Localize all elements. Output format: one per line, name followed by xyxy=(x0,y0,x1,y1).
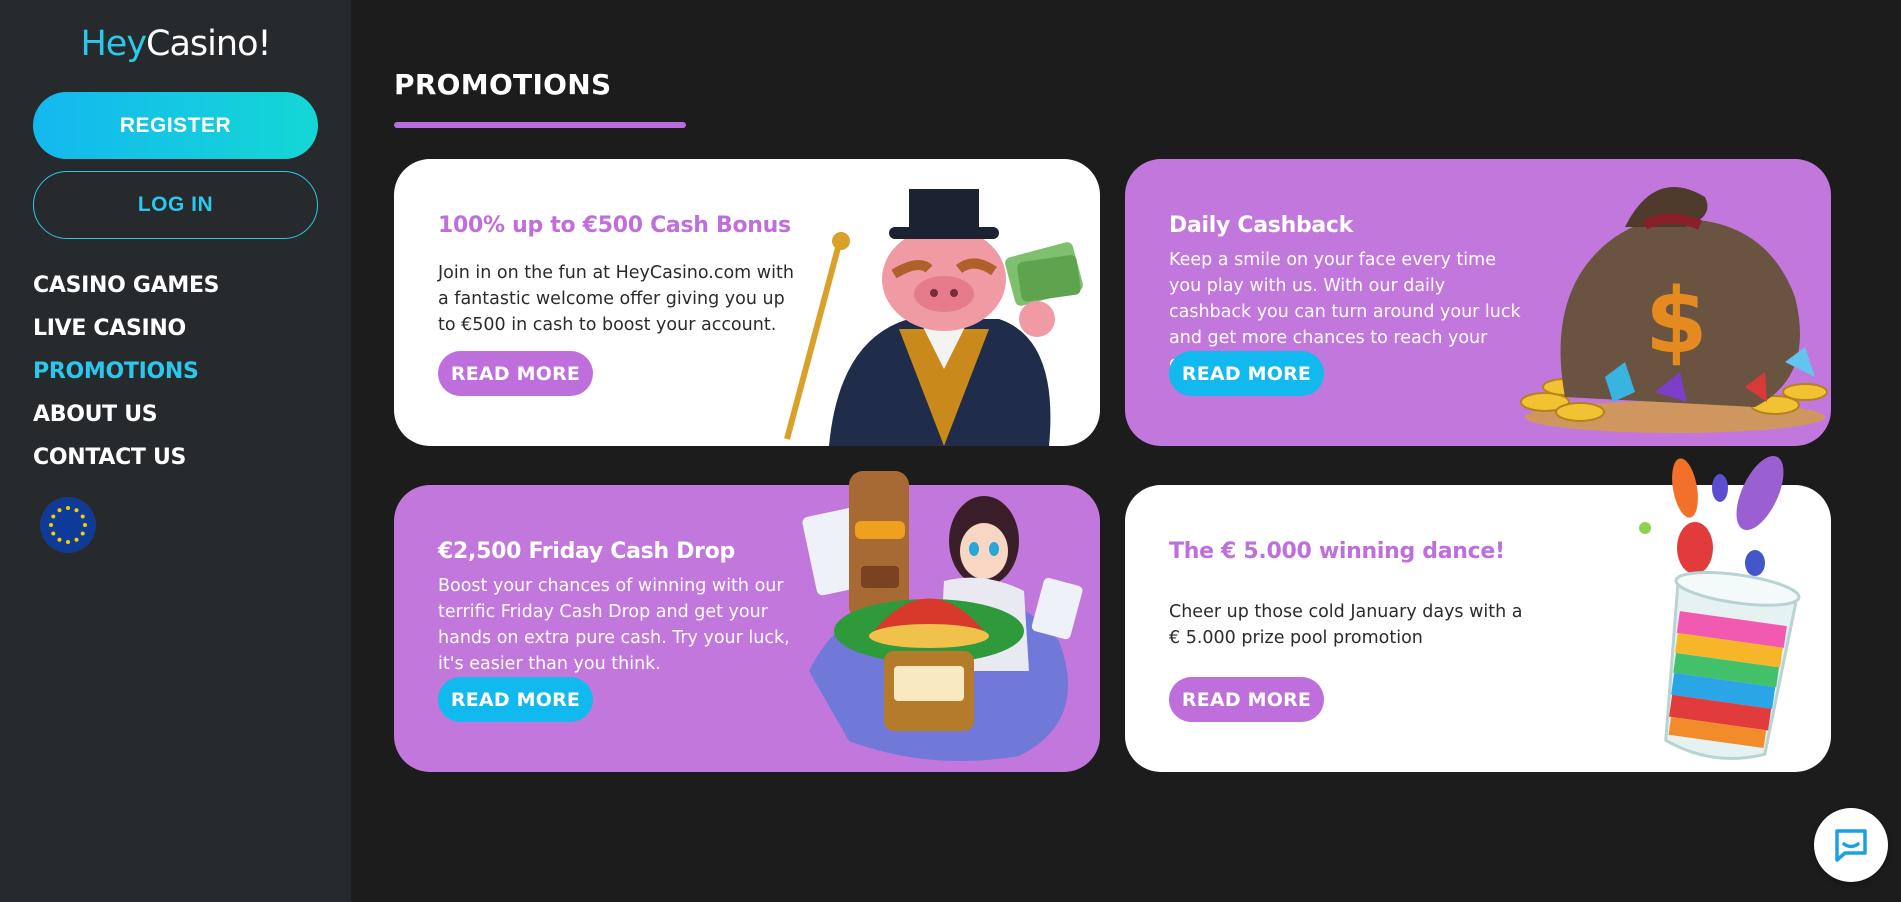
register-button[interactable]: REGISTER xyxy=(33,92,318,159)
title-underline xyxy=(394,122,686,128)
heycasino-logo[interactable]: HeyCasino! xyxy=(0,24,351,64)
pig-mascot-icon xyxy=(784,189,1083,446)
svg-text:$: $ xyxy=(1645,269,1708,374)
read-more-button[interactable]: READ MORE xyxy=(438,677,593,722)
page-title: PROMOTIONS xyxy=(394,68,612,101)
main-nav: CASINO GAMES LIVE CASINO PROMOTIONS ABOU… xyxy=(33,268,220,483)
logo-hey-text: Hey xyxy=(80,24,147,64)
promo-title: Daily Cashback xyxy=(1169,213,1354,238)
tiki-anime-slot-icon xyxy=(802,471,1083,761)
promo-title: The € 5.000 winning dance! xyxy=(1169,539,1505,564)
nav-item-promotions[interactable]: PROMOTIONS xyxy=(33,354,219,397)
nav-item-contact-us[interactable]: CONTACT US xyxy=(33,440,219,483)
promo-card-friday-cash-drop[interactable]: €2,500 Friday Cash Drop Boost your chanc… xyxy=(394,471,1100,772)
read-more-button[interactable]: READ MORE xyxy=(1169,351,1324,396)
read-more-button[interactable]: READ MORE xyxy=(1169,677,1324,722)
promo-card-daily-cashback[interactable]: Daily Cashback Keep a smile on your face… xyxy=(1125,159,1831,446)
candy-jar-icon xyxy=(1639,455,1801,760)
sidebar: HeyCasino! REGISTER LOG IN CASINO GAMES … xyxy=(0,0,351,902)
eu-flag-icon[interactable] xyxy=(40,497,96,553)
money-bag-icon: $ xyxy=(1520,187,1828,433)
chat-icon xyxy=(1835,829,1867,862)
read-more-button[interactable]: READ MORE xyxy=(438,351,593,396)
promo-title: 100% up to €500 Cash Bonus xyxy=(438,213,791,238)
nav-item-about-us[interactable]: ABOUT US xyxy=(33,397,219,440)
promo-description: Boost your chances of winning with our t… xyxy=(438,576,790,674)
logo-casino-text: Casino! xyxy=(146,24,271,64)
promo-title: €2,500 Friday Cash Drop xyxy=(438,539,735,564)
promo-description: Join in on the fun at HeyCasino.com with… xyxy=(438,263,794,335)
nav-item-live-casino[interactable]: LIVE CASINO xyxy=(33,311,219,354)
promo-card-welcome-bonus[interactable]: 100% up to €500 Cash Bonus Join in on th… xyxy=(394,159,1100,446)
login-button[interactable]: LOG IN xyxy=(33,171,318,239)
nav-item-casino-games[interactable]: CASINO GAMES xyxy=(33,268,220,311)
promo-description: Cheer up those cold January days with a … xyxy=(1169,602,1523,648)
chat-bubble-icon[interactable] xyxy=(1814,808,1888,882)
promo-card-winning-dance[interactable]: The € 5.000 winning dance! Cheer up thos… xyxy=(1125,455,1831,772)
